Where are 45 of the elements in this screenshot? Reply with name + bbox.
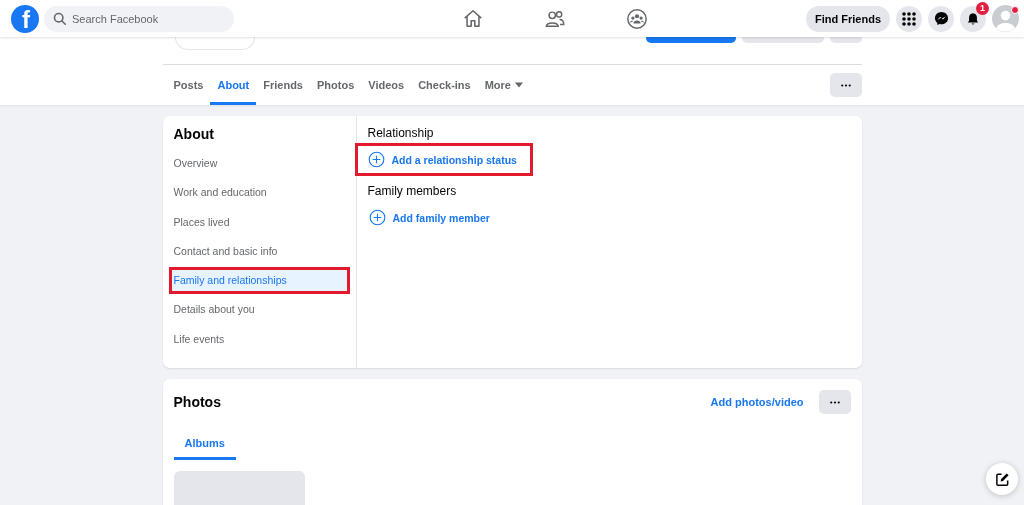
search-icon (53, 11, 67, 26)
bell-icon (966, 11, 980, 26)
more-icon (840, 83, 851, 87)
section-heading: Family members (367, 184, 457, 198)
home-icon[interactable] (462, 7, 484, 30)
find-friends-button[interactable]: Find Friends (806, 5, 890, 32)
more-icon (829, 400, 840, 404)
grid-icon (902, 11, 916, 26)
notification-badge: 1 (976, 1, 989, 15)
sidebar-item[interactable]: Contact and basic info (168, 237, 350, 265)
profile-tab[interactable]: More (477, 65, 530, 105)
caret-icon (515, 82, 523, 88)
add-link[interactable]: Add a relationship status (354, 143, 533, 176)
profile-tab[interactable]: Check-ins (411, 65, 478, 105)
sidebar-item[interactable]: Overview (168, 150, 350, 177)
add-link[interactable]: Add family member (367, 201, 503, 234)
profile-tab[interactable]: About (210, 65, 257, 105)
sidebar-item[interactable]: Work and education (168, 179, 350, 207)
group-icon[interactable] (626, 7, 648, 30)
profile-tab[interactable]: Videos (361, 65, 412, 105)
profile-tab[interactable]: Posts (166, 65, 211, 105)
compose-button[interactable] (986, 463, 1018, 495)
search-field[interactable]: Search Facebook (44, 5, 234, 32)
notifications-button[interactable] (960, 5, 986, 32)
plus-icon (368, 209, 386, 226)
menu-button[interactable] (896, 5, 922, 32)
albums-tab[interactable]: Albums (173, 425, 236, 460)
photos-title: Photos (173, 394, 222, 410)
section-heading: Relationship (367, 126, 434, 140)
profile-tab[interactable]: Photos (309, 65, 362, 105)
about-title: About (172, 126, 215, 142)
profile-tab[interactable]: Friends (256, 65, 310, 105)
messenger-icon (933, 11, 949, 26)
primary-button[interactable] (645, 37, 736, 43)
sidebar-item[interactable]: Details about you (168, 296, 350, 324)
plus-icon (367, 151, 385, 168)
edit-icon (994, 471, 1010, 487)
messenger-button[interactable] (928, 5, 954, 32)
add-photos-link[interactable]: Add photos/video (710, 396, 804, 408)
status-dot (1011, 6, 1019, 14)
logo[interactable]: f (11, 4, 39, 33)
sidebar-item[interactable]: Life events (168, 325, 350, 353)
sidebar-item[interactable]: Family and relationships (168, 267, 350, 295)
sidebar-item[interactable]: Places lived (168, 208, 350, 236)
avatar[interactable] (992, 5, 1019, 32)
